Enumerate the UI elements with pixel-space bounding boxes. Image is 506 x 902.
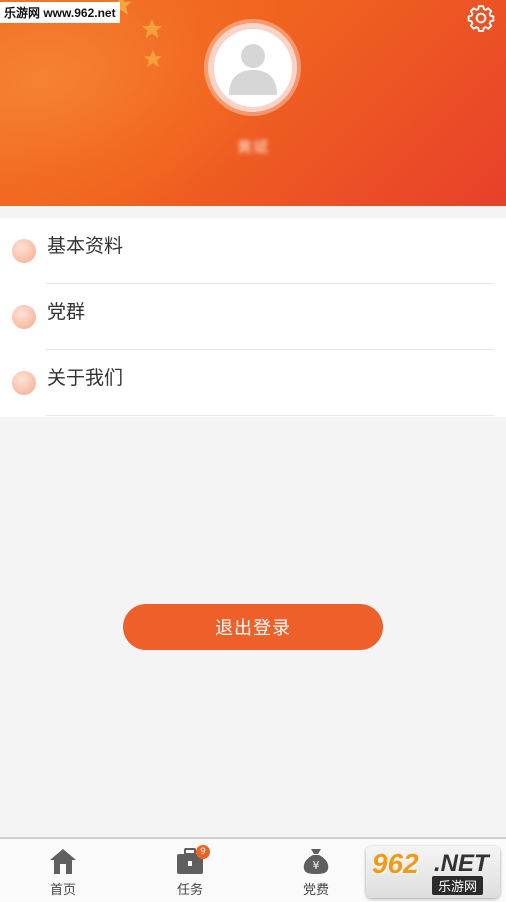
tab-label: 首页 xyxy=(49,883,76,898)
profile-header: 黄斌 xyxy=(0,0,506,206)
username: 黄斌 xyxy=(236,138,269,156)
circle-bullet-icon xyxy=(12,305,36,329)
menu-item-label: 关于我们 xyxy=(47,367,124,389)
tasks-badge: 9 xyxy=(196,845,210,859)
svg-text:¥: ¥ xyxy=(313,859,320,872)
watermark-number: 962 xyxy=(372,848,419,879)
person-icon xyxy=(228,43,277,95)
menu-item-label: 党群 xyxy=(47,301,86,323)
settings-gear-icon[interactable] xyxy=(466,3,496,33)
avatar[interactable] xyxy=(208,23,297,112)
divider xyxy=(46,415,494,416)
tab-label: 任务 xyxy=(176,883,203,898)
watermark-top-left: 乐游网 www.962.net xyxy=(0,2,120,23)
tab-party-fee[interactable]: ¥ 党费 xyxy=(276,847,356,898)
watermark-small-text: 乐游网 xyxy=(432,876,484,895)
tab-tasks[interactable]: 9 任务 xyxy=(150,845,230,898)
menu-item-label: 基本资料 xyxy=(47,235,124,257)
circle-bullet-icon xyxy=(12,239,36,263)
money-bag-icon: ¥ xyxy=(303,849,329,874)
star-decoration xyxy=(143,49,163,68)
home-icon xyxy=(50,849,76,874)
star-decoration xyxy=(142,19,162,38)
logout-button[interactable]: 退出登录 xyxy=(123,604,383,650)
profile-menu: 基本资料 党群 关于我们 xyxy=(0,218,506,417)
watermark-bottom-right: 962 .NET 乐游网 xyxy=(366,846,500,898)
menu-item-party-group[interactable]: 党群 xyxy=(0,284,506,350)
tab-label: 党费 xyxy=(302,883,329,898)
tab-home[interactable]: 首页 xyxy=(23,847,103,898)
circle-bullet-icon xyxy=(12,371,36,395)
menu-item-about-us[interactable]: 关于我们 xyxy=(0,350,506,416)
menu-item-basic-info[interactable]: 基本资料 xyxy=(0,218,506,284)
watermark-suffix: .NET xyxy=(434,850,489,877)
